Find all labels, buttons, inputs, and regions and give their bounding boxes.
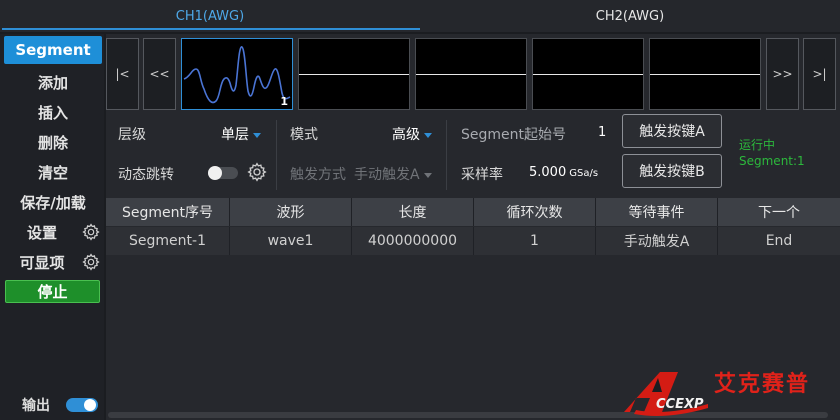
divider — [276, 120, 277, 190]
segment-thumb-empty[interactable] — [298, 38, 410, 110]
sidebar-item-insert[interactable]: 插入 — [4, 98, 102, 126]
sidebar-item-save-load[interactable]: 保存/加载 — [4, 188, 102, 216]
baseline — [299, 74, 409, 75]
mode-value: 高级 — [392, 127, 420, 143]
table-cell[interactable]: End — [718, 227, 840, 255]
table-cell[interactable]: Segment-1 — [106, 227, 230, 255]
sidebar-item-label: 插入 — [37, 103, 68, 122]
column-header[interactable]: 循环次数 — [474, 198, 596, 226]
segment-start-value[interactable]: 1 — [598, 125, 606, 140]
first-segment-label: |< — [115, 67, 130, 81]
output-toggle[interactable] — [66, 398, 98, 412]
table-cell[interactable]: 1 — [474, 227, 596, 255]
sample-rate-unit: GSa/s — [569, 168, 599, 179]
parameter-panel: 层级 单层 模式 高级 Segment起始号 1 触发按键A 触发按键B 运行中… — [106, 114, 840, 194]
baseline — [533, 74, 643, 75]
table-cell[interactable]: wave1 — [230, 227, 352, 255]
column-header[interactable]: 波形 — [230, 198, 352, 226]
level-select[interactable]: 单层 — [221, 124, 261, 144]
sample-rate-field[interactable]: 5.000 GSa/s — [529, 165, 598, 180]
sidebar-item-settings[interactable]: 设置 — [4, 218, 102, 246]
stop-button[interactable]: 停止 — [5, 280, 100, 303]
sidebar-item-delete[interactable]: 删除 — [4, 128, 102, 156]
mode-select[interactable]: 高级 — [392, 124, 432, 144]
logo-chinese-text: 艾克赛普 — [714, 372, 811, 397]
dropdown-caret-icon — [253, 132, 261, 138]
output-control: 输出 — [4, 394, 102, 416]
sidebar-item-display-options[interactable]: 可显项 — [4, 248, 102, 276]
gear-icon[interactable] — [82, 223, 100, 241]
next-segment-label: >> — [772, 67, 793, 81]
sidebar-item-add[interactable]: 添加 — [4, 68, 102, 96]
trigger-a-button[interactable]: 触发按键A — [622, 114, 722, 148]
sidebar-item-label: 设置 — [26, 223, 57, 242]
level-label: 层级 — [118, 127, 146, 143]
dynamic-jump-toggle[interactable] — [208, 166, 238, 180]
sample-rate-label: 采样率 — [461, 167, 503, 183]
gear-icon[interactable] — [82, 253, 100, 271]
current-segment-status: Segment:1 — [739, 154, 805, 168]
segment-thumb-number: 1 — [280, 95, 288, 108]
trigger-mode-select[interactable]: 手动触发A — [354, 164, 432, 184]
last-segment-label: >| — [812, 67, 827, 81]
channel-tabbar: CH1(AWG) CH2(AWG) — [0, 0, 840, 32]
trigger-a-label: 触发按键A — [639, 124, 705, 140]
tab-ch2-label: CH2(AWG) — [595, 8, 665, 24]
sidebar-item-label: 删除 — [37, 133, 68, 152]
trigger-mode-label: 触发方式 — [290, 167, 346, 183]
column-header[interactable]: 长度 — [352, 198, 474, 226]
baseline — [416, 74, 526, 75]
column-header[interactable]: 下一个 — [718, 198, 840, 226]
output-label: 输出 — [22, 398, 50, 414]
tab-ch1[interactable]: CH1(AWG) — [0, 0, 420, 32]
segment-start-label: Segment起始号 — [461, 127, 566, 143]
gear-icon[interactable] — [247, 162, 267, 182]
column-header[interactable]: 等待事件 — [596, 198, 718, 226]
table-cell[interactable]: 4000000000 — [352, 227, 474, 255]
trigger-b-button[interactable]: 触发按键B — [622, 154, 722, 188]
dynamic-jump-label: 动态跳转 — [118, 167, 174, 183]
last-segment-button[interactable]: >| — [803, 38, 836, 110]
sample-rate-value: 5.000 — [529, 165, 567, 180]
sidebar-item-label: 添加 — [37, 73, 68, 92]
sidebar-item-label: 可显项 — [19, 253, 65, 272]
table-cell[interactable]: 手动触发A — [596, 227, 718, 255]
sidebar: Segment 添加 插入 删除 清空 保存/加载 设置 可显项 停止 输出 — [0, 34, 104, 420]
level-value: 单层 — [221, 127, 249, 143]
stop-button-label: 停止 — [37, 283, 68, 301]
running-status: 运行中 — [739, 138, 776, 152]
segment-thumb-selected[interactable]: 1 — [181, 38, 293, 110]
column-header[interactable]: Segment序号 — [106, 198, 230, 226]
first-segment-button[interactable]: |< — [106, 38, 139, 110]
prev-segment-label: << — [149, 67, 170, 81]
segment-thumb-empty[interactable] — [532, 38, 644, 110]
sidebar-item-label: 保存/加载 — [20, 193, 86, 212]
segment-thumb-empty[interactable] — [649, 38, 761, 110]
sidebar-item-segment[interactable]: Segment — [4, 36, 102, 64]
segment-thumb-empty[interactable] — [415, 38, 527, 110]
trigger-b-label: 触发按键B — [639, 164, 705, 180]
sidebar-item-label: Segment — [15, 41, 91, 59]
table-header: Segment序号 波形 长度 循环次数 等待事件 下一个 — [106, 198, 840, 226]
tab-ch2[interactable]: CH2(AWG) — [420, 0, 840, 32]
divider — [446, 120, 447, 190]
tab-ch1-label: CH1(AWG) — [175, 8, 245, 24]
mode-label: 模式 — [290, 127, 318, 143]
table-row[interactable]: Segment-1 wave1 4000000000 1 手动触发A End — [106, 227, 840, 255]
baseline — [650, 74, 760, 75]
active-tab-underline — [2, 28, 420, 30]
next-segment-button[interactable]: >> — [766, 38, 799, 110]
main-panel: |< << 1 >> >| 层级 单层 模式 高级 Segment起始号 1 触… — [106, 34, 840, 420]
dropdown-caret-icon — [424, 132, 432, 138]
trigger-mode-value: 手动触发A — [354, 167, 420, 183]
brand-logo: 艾克赛普 CCEXP — [622, 364, 838, 420]
waveform-preview — [183, 46, 291, 104]
prev-segment-button[interactable]: << — [143, 38, 176, 110]
logo-english-text: CCEXP — [656, 397, 704, 412]
sidebar-item-clear[interactable]: 清空 — [4, 158, 102, 186]
sidebar-item-label: 清空 — [37, 163, 68, 182]
dropdown-caret-icon — [423, 172, 432, 178]
